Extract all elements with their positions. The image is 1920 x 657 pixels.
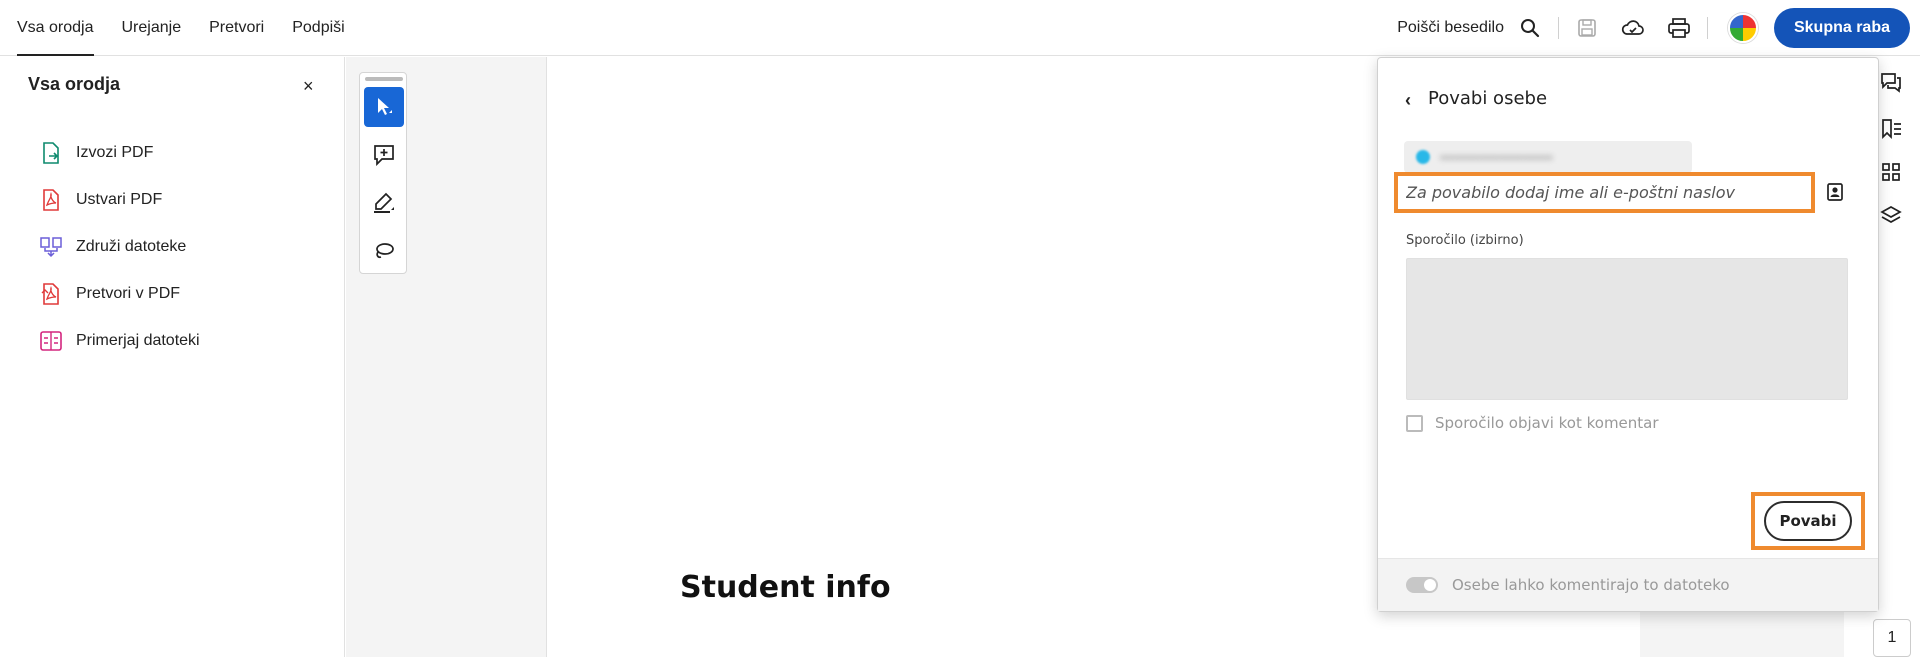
address-book-icon[interactable] [1823, 180, 1847, 204]
export-pdf-icon [40, 141, 62, 164]
tool-item-compare-files[interactable]: Primerjaj datoteki [40, 317, 200, 364]
draw-lasso-icon[interactable] [364, 231, 404, 271]
combine-files-icon [40, 236, 62, 258]
document-heading: Student info [680, 570, 891, 605]
checkbox-label: Sporočilo objavi kot komentar [1435, 414, 1659, 432]
share-button[interactable]: Skupna raba [1773, 8, 1910, 48]
post-as-comment-checkbox[interactable] [1406, 414, 1423, 432]
quick-tools-column [346, 57, 547, 657]
invite-button[interactable]: Povabi [1764, 501, 1852, 541]
tool-item-label: Primerjaj datoteki [76, 331, 200, 349]
tools-list: Izvozi PDF Ustvari PDF Združi datoteke P… [40, 129, 200, 364]
invite-email-input[interactable] [1406, 183, 1811, 202]
recipient-chip[interactable]: ••••••••••••••••••••••• [1404, 141, 1692, 173]
popup-title: Povabi osebe [1428, 88, 1548, 109]
tool-item-create-pdf[interactable]: Ustvari PDF [40, 176, 200, 223]
tab-vsa-orodja[interactable]: Vsa orodja [17, 0, 108, 56]
convert-pdf-icon [40, 282, 62, 305]
cloud-sync-icon[interactable] [1619, 14, 1647, 42]
save-icon[interactable] [1573, 14, 1601, 42]
tool-item-export-pdf[interactable]: Izvozi PDF [40, 129, 200, 176]
top-bar: Vsa orodja Urejanje Pretvori Podpiši Poi… [0, 0, 1920, 56]
invite-input-frame [1394, 172, 1815, 213]
comments-icon[interactable] [1877, 69, 1905, 97]
allow-comments-toggle[interactable] [1406, 577, 1438, 593]
compare-files-icon [40, 330, 62, 352]
tool-item-label: Združi datoteke [76, 237, 187, 255]
thumbnails-icon[interactable] [1877, 158, 1905, 186]
create-pdf-icon [40, 188, 62, 211]
select-tool-icon[interactable] [364, 87, 404, 127]
tool-item-label: Pretvori v PDF [76, 284, 181, 302]
page-number[interactable]: 1 [1873, 619, 1911, 657]
post-as-comment-row: Sporočilo objavi kot komentar [1406, 414, 1659, 432]
message-textarea[interactable] [1406, 258, 1848, 400]
find-text-label[interactable]: Poišči besedilo [1397, 19, 1504, 37]
tool-item-label: Izvozi PDF [76, 143, 154, 161]
message-label: Sporočilo (izbirno) [1406, 233, 1524, 248]
tool-item-convert-pdf[interactable]: Pretvori v PDF [40, 270, 200, 317]
tool-item-label: Ustvari PDF [76, 190, 163, 208]
back-chevron-icon[interactable]: ‹ [1405, 90, 1411, 111]
toggle-label: Osebe lahko komentirajo to datoteko [1452, 576, 1730, 594]
invite-people-popup: ‹ Povabi osebe ••••••••••••••••••••••• S… [1377, 57, 1879, 612]
tab-urejanje[interactable]: Urejanje [108, 0, 196, 56]
search-icon[interactable] [1516, 14, 1544, 42]
popup-footer: Osebe lahko komentirajo to datoteko [1378, 558, 1878, 611]
add-comment-icon[interactable] [364, 135, 404, 175]
tab-pretvori[interactable]: Pretvori [195, 0, 278, 56]
close-icon[interactable]: × [303, 76, 314, 97]
toolbar-drag-handle[interactable] [365, 77, 403, 81]
recipient-avatar [1416, 150, 1430, 164]
tab-podpisi[interactable]: Podpiši [278, 0, 358, 56]
avatar[interactable] [1727, 13, 1758, 43]
top-right-actions: Poišči besedilo Skupna raba [1397, 0, 1920, 56]
tool-item-combine-files[interactable]: Združi datoteke [40, 223, 200, 270]
all-tools-panel: Vsa orodja × Izvozi PDF Ustvari PDF Zdru… [0, 57, 345, 657]
recipient-email-redacted: ••••••••••••••••••••••• [1440, 149, 1553, 165]
divider [1706, 17, 1708, 39]
print-icon[interactable] [1665, 14, 1693, 42]
quick-toolbar [359, 72, 407, 274]
bookmarks-icon[interactable] [1877, 115, 1905, 143]
divider [1557, 17, 1559, 39]
highlight-tool-icon[interactable] [364, 183, 404, 223]
nav-tabs: Vsa orodja Urejanje Pretvori Podpiši [17, 0, 359, 56]
layers-icon[interactable] [1877, 202, 1905, 230]
panel-title: Vsa orodja [28, 74, 121, 94]
